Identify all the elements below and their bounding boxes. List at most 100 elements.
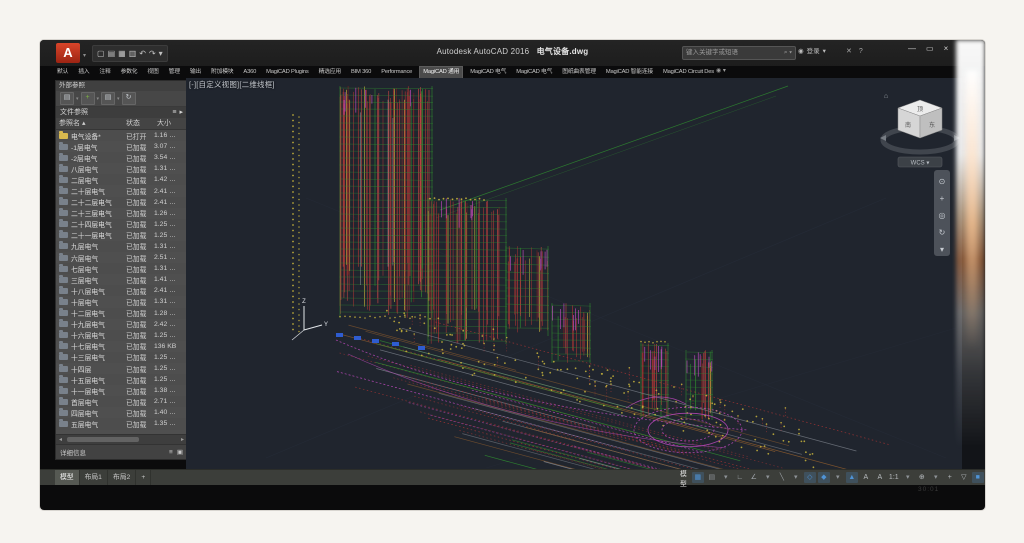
ribbon-tab-3[interactable]: 参数化: [118, 66, 141, 79]
ribbon-tab-2[interactable]: 注释: [96, 66, 113, 79]
osnap-dropdown-icon[interactable]: ▾: [832, 472, 844, 483]
grid-display-toggle[interactable]: ▦: [692, 472, 704, 483]
xref-row[interactable]: 十二层电气 已加载 1.28 …: [56, 308, 187, 319]
xref-size: 1.31 …: [154, 165, 184, 172]
file-references-header-icons[interactable]: ≡▸: [169, 107, 183, 118]
xref-status: 已加载: [126, 319, 154, 329]
scroll-left-icon[interactable]: ◂: [56, 436, 65, 443]
xref-row[interactable]: 七层电气 已加载 1.31 …: [56, 263, 187, 274]
xref-row[interactable]: 六层电气 已加载 2.51 …: [56, 252, 187, 263]
layout-tab-布局2[interactable]: 布局2: [108, 470, 136, 485]
tree-view-icon[interactable]: ▸: [179, 109, 183, 116]
xref-row[interactable]: 二层电气 已加载 1.42 …: [56, 174, 187, 185]
xref-row[interactable]: 四层电气 已加载 1.40 …: [56, 407, 187, 418]
xref-row[interactable]: 五层电气 已加载 1.35 …: [56, 418, 187, 429]
xref-status: 已加载: [126, 386, 154, 396]
polar-dropdown-icon[interactable]: ▾: [762, 472, 774, 483]
help-icon[interactable]: ?: [859, 46, 863, 58]
viewport-controls-label[interactable]: [-][自定义视图][二维线框]: [189, 79, 275, 90]
xref-row[interactable]: -2层电气 已加载 3.54 …: [56, 152, 187, 163]
sign-in-button[interactable]: ◉ 登录 ▾: [798, 46, 826, 58]
xref-row[interactable]: 十三层电气 已加载 1.25 …: [56, 352, 187, 363]
ribbon-tab-1[interactable]: 插入: [75, 66, 92, 79]
attach-dwg-icon[interactable]: +: [81, 92, 95, 105]
workspace-icon[interactable]: ⊕: [916, 472, 928, 483]
xref-row[interactable]: 二十一层电气 已加载 1.25 …: [56, 230, 187, 241]
xref-row[interactable]: 十七层电气 已加载 136 KB: [56, 341, 187, 352]
xref-row[interactable]: 八层电气 已加载 1.31 …: [56, 163, 187, 174]
details-bar-icons[interactable]: ≡▣: [165, 448, 183, 456]
xref-row[interactable]: 十层电气 已加载 1.31 …: [56, 296, 187, 307]
xref-row[interactable]: 十六层电气 已加载 1.25 …: [56, 330, 187, 341]
column-name[interactable]: 参照名 ▴: [56, 118, 126, 129]
ribbon-tab-4[interactable]: 视图: [144, 66, 161, 79]
search-icon[interactable]: ⌕ ▾: [784, 47, 792, 59]
toolbar-caret-icon[interactable]: ▾: [76, 96, 79, 102]
scale-dropdown-icon[interactable]: ▾: [902, 472, 914, 483]
xref-row[interactable]: 十九层电气 已加载 2.42 …: [56, 319, 187, 330]
xref-row[interactable]: 十五层电气 已加载 1.25 …: [56, 374, 187, 385]
maximize-button[interactable]: ▭: [926, 44, 934, 53]
xref-status: 已加载: [126, 197, 154, 207]
snap-mode-toggle[interactable]: ▤: [706, 472, 718, 483]
close-button[interactable]: ×: [944, 44, 949, 53]
xref-row[interactable]: 电气设备* 已打开 1.16 …: [56, 130, 187, 141]
open-xref-icon[interactable]: ▤: [60, 92, 74, 105]
minimize-button[interactable]: —: [908, 44, 916, 53]
xref-row[interactable]: 三层电气 已加载 1.41 …: [56, 274, 187, 285]
xref-row[interactable]: 二十二层电气 已加载 2.41 …: [56, 197, 187, 208]
view-cube[interactable]: 顶南东⌂WCS ▾: [880, 93, 960, 167]
osnap-3d-toggle[interactable]: ◆: [818, 472, 830, 483]
ribbon-tab-5[interactable]: 管理: [166, 66, 183, 79]
dwg-file-icon: [59, 133, 68, 139]
scrollbar-thumb[interactable]: [67, 437, 139, 442]
annotation-autoscale-toggle[interactable]: A: [874, 472, 886, 483]
xref-row[interactable]: 十八层电气 已加载 2.41 …: [56, 285, 187, 296]
ortho-toggle[interactable]: ∟: [734, 472, 746, 483]
annotation-visibility-toggle[interactable]: A: [860, 472, 872, 483]
column-size[interactable]: 大小: [157, 118, 187, 129]
details-bar[interactable]: 详细信息 ≡▣: [56, 444, 187, 459]
layout-tab-模型[interactable]: 模型: [55, 470, 80, 485]
column-status[interactable]: 状态: [126, 118, 157, 129]
xref-row[interactable]: 首层电气 已加载 2.71 …: [56, 396, 187, 407]
xref-row[interactable]: 九层电气 已加载 1.31 …: [56, 241, 187, 252]
workspace-dropdown-icon[interactable]: ▾: [930, 472, 942, 483]
dwg-file-icon: [59, 210, 68, 216]
search-input[interactable]: 键入关键字或短语 ⌕ ▾: [682, 46, 796, 60]
model-space-viewport[interactable]: ZY顶南东⌂WCS ▾⊙+◎↻▾ [-][自定义视图][二维线框]: [186, 78, 962, 469]
quick-properties-toggle[interactable]: ■: [972, 472, 984, 483]
layout-tab-+[interactable]: +: [136, 470, 151, 485]
xref-row[interactable]: 二十四层电气 已加载 1.25 …: [56, 219, 187, 230]
attach-image-icon[interactable]: ▤: [101, 92, 115, 105]
xref-row[interactable]: 二十三层电气 已加载 1.26 …: [56, 208, 187, 219]
svg-text:+: +: [940, 194, 945, 203]
add-cleanup-icon[interactable]: +: [944, 472, 956, 483]
exchange-apps-icon[interactable]: ✕: [846, 46, 852, 58]
isodraft-dropdown-icon[interactable]: ▾: [790, 472, 802, 483]
xref-row[interactable]: 二十层电气 已加载 2.41 …: [56, 185, 187, 196]
refresh-icon[interactable]: ↻: [122, 92, 136, 105]
ucs-toggle[interactable]: ▲: [846, 472, 858, 483]
ribbon-minimize-icon[interactable]: ◉ ▾: [716, 67, 726, 74]
ribbon-tab-0[interactable]: 默认: [54, 66, 71, 79]
snap-dropdown-icon[interactable]: ▾: [720, 472, 732, 483]
polar-tracking-toggle[interactable]: ∠: [748, 472, 760, 483]
navigation-bar[interactable]: ⊙+◎↻▾: [934, 170, 950, 256]
preview-toggle-icon[interactable]: ▣: [177, 449, 183, 456]
annotation-monitor-icon[interactable]: ▽: [958, 472, 970, 483]
list-view-icon[interactable]: ≡: [172, 109, 176, 116]
layout-tab-布局1[interactable]: 布局1: [80, 470, 108, 485]
xref-row[interactable]: 十一层电气 已加载 1.38 …: [56, 385, 187, 396]
isodraft-toggle[interactable]: ╲: [776, 472, 788, 483]
osnap-toggle[interactable]: ◇: [804, 472, 816, 483]
xref-horizontal-scrollbar[interactable]: ◂ ▸: [56, 434, 187, 444]
toolbar-caret-icon[interactable]: ▾: [117, 96, 120, 102]
xref-row[interactable]: -1层电气 已加载 3.07 …: [56, 141, 187, 152]
xref-size: 1.25 …: [154, 376, 184, 383]
annotation-scale-value[interactable]: 1:1: [888, 472, 900, 483]
details-toggle-icon[interactable]: ≡: [169, 449, 173, 456]
model-paper-toggle[interactable]: 模型: [680, 468, 687, 488]
toolbar-caret-icon[interactable]: ▾: [97, 96, 100, 102]
xref-row[interactable]: 十四层 已加载 1.25 …: [56, 363, 187, 374]
